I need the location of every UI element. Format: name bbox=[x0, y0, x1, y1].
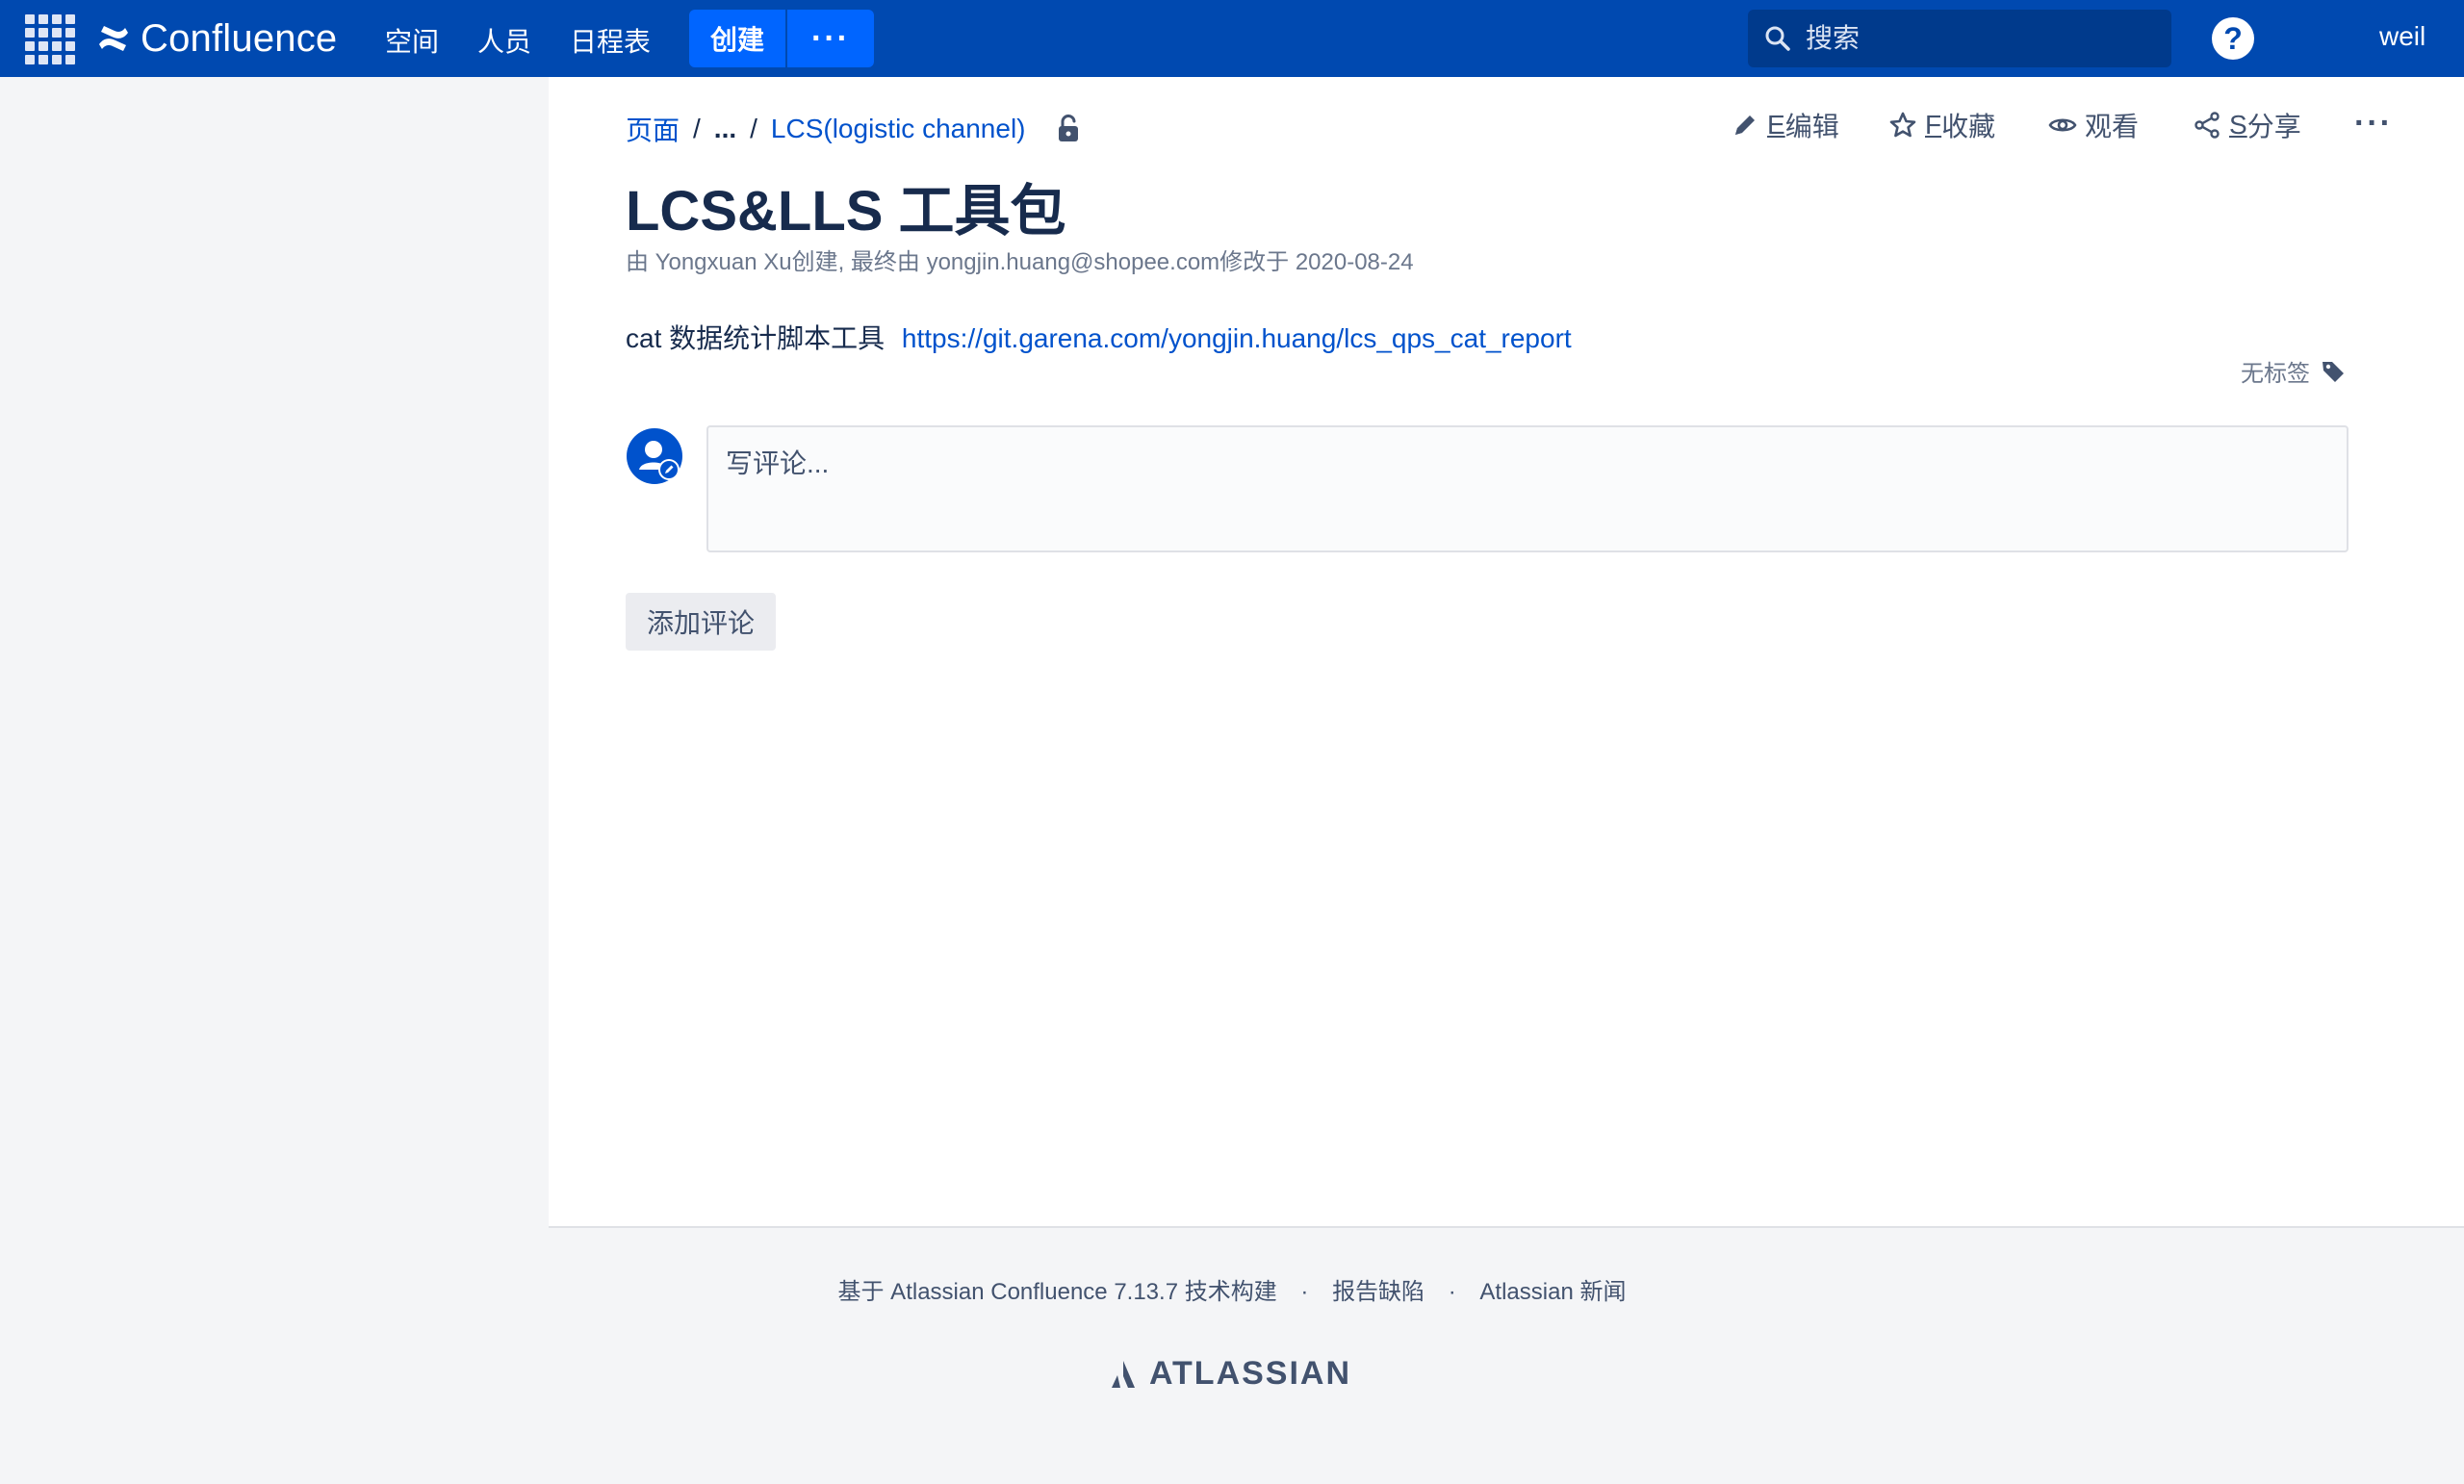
more-actions-button[interactable]: ··· bbox=[2354, 107, 2393, 140]
atlassian-wordmark: ATLASSIAN bbox=[1149, 1355, 1352, 1392]
footer-report-bug[interactable]: 报告缺陷 bbox=[1332, 1279, 1424, 1305]
star-button[interactable]: F 收藏 bbox=[1888, 106, 1995, 144]
body-text: cat 数据统计脚本工具 bbox=[626, 323, 886, 353]
atlassian-logo-icon bbox=[1112, 1360, 1135, 1388]
user-avatar-icon bbox=[627, 428, 682, 484]
user-menu[interactable]: weil bbox=[2379, 21, 2464, 52]
edit-button[interactable]: E 编辑 bbox=[1731, 106, 1839, 144]
body-link[interactable]: https://git.garena.com/yongjin.huang/lcs… bbox=[902, 323, 1572, 353]
watch-button[interactable]: 观看 bbox=[2048, 106, 2139, 144]
footer-separator: · bbox=[1300, 1279, 1309, 1305]
star-icon bbox=[1889, 112, 1916, 138]
edit-label: 编辑 bbox=[1784, 112, 1839, 141]
search-box[interactable] bbox=[1748, 10, 2171, 67]
nav-spaces[interactable]: 空间 bbox=[385, 21, 439, 60]
page-body: cat 数据统计脚本工具 https://git.garena.com/yong… bbox=[626, 318, 1572, 356]
page-actions: E 编辑 F 收藏 观看 S 分享 ··· bbox=[549, 106, 2464, 144]
search-icon bbox=[1765, 26, 1790, 51]
top-navigation-bar: Confluence 空间 人员 日程表 创建 ··· ? weil bbox=[0, 0, 2464, 77]
share-button[interactable]: S 分享 bbox=[2193, 106, 2301, 144]
main-content: 页面 / ... / LCS(logistic channel) E 编辑 F 收藏 bbox=[549, 77, 2464, 1228]
star-shortcut: F bbox=[1925, 110, 1942, 140]
brand-name: Confluence bbox=[141, 16, 338, 60]
nav-calendars[interactable]: 日程表 bbox=[570, 21, 651, 60]
share-shortcut: S bbox=[2229, 110, 2247, 140]
page-title: LCS&LLS 工具包 bbox=[626, 180, 1066, 243]
search-input[interactable] bbox=[1806, 23, 2152, 54]
help-icon[interactable]: ? bbox=[2212, 17, 2254, 60]
confluence-logo[interactable]: Confluence bbox=[96, 13, 337, 64]
share-label: 分享 bbox=[2246, 112, 2301, 141]
eye-icon bbox=[2048, 118, 2077, 132]
confluence-logo-icon bbox=[99, 26, 128, 51]
footer-powered-by[interactable]: 基于 Atlassian Confluence 7.13.7 技术构建 bbox=[838, 1279, 1277, 1305]
footer-separator: · bbox=[1448, 1279, 1456, 1305]
labels-area[interactable]: 无标签 bbox=[2241, 354, 2347, 388]
footer-news[interactable]: Atlassian 新闻 bbox=[1479, 1279, 1626, 1305]
nav-people[interactable]: 人员 bbox=[477, 21, 531, 60]
comment-input[interactable]: 写评论... bbox=[706, 425, 2348, 552]
star-label: 收藏 bbox=[1941, 112, 1996, 141]
footer-links: 基于 Atlassian Confluence 7.13.7 技术构建 · 报告… bbox=[0, 1272, 2464, 1306]
share-icon bbox=[2194, 112, 2220, 139]
create-more-button[interactable]: ··· bbox=[787, 10, 874, 67]
add-comment-button[interactable]: 添加评论 bbox=[626, 593, 776, 651]
no-labels-text: 无标签 bbox=[2241, 361, 2310, 387]
sidebar bbox=[0, 77, 549, 1228]
app-switcher-icon[interactable] bbox=[25, 14, 75, 64]
pencil-icon bbox=[1735, 115, 1755, 135]
edit-shortcut: E bbox=[1767, 110, 1785, 140]
create-button[interactable]: 创建 bbox=[689, 10, 785, 67]
tag-icon bbox=[2323, 361, 2344, 382]
watch-label: 观看 bbox=[2085, 112, 2140, 141]
atlassian-logo[interactable]: ATLASSIAN bbox=[1107, 1355, 1351, 1393]
page-byline: 由 Yongxuan Xu创建, 最终由 yongjin.huang@shope… bbox=[626, 249, 1414, 275]
